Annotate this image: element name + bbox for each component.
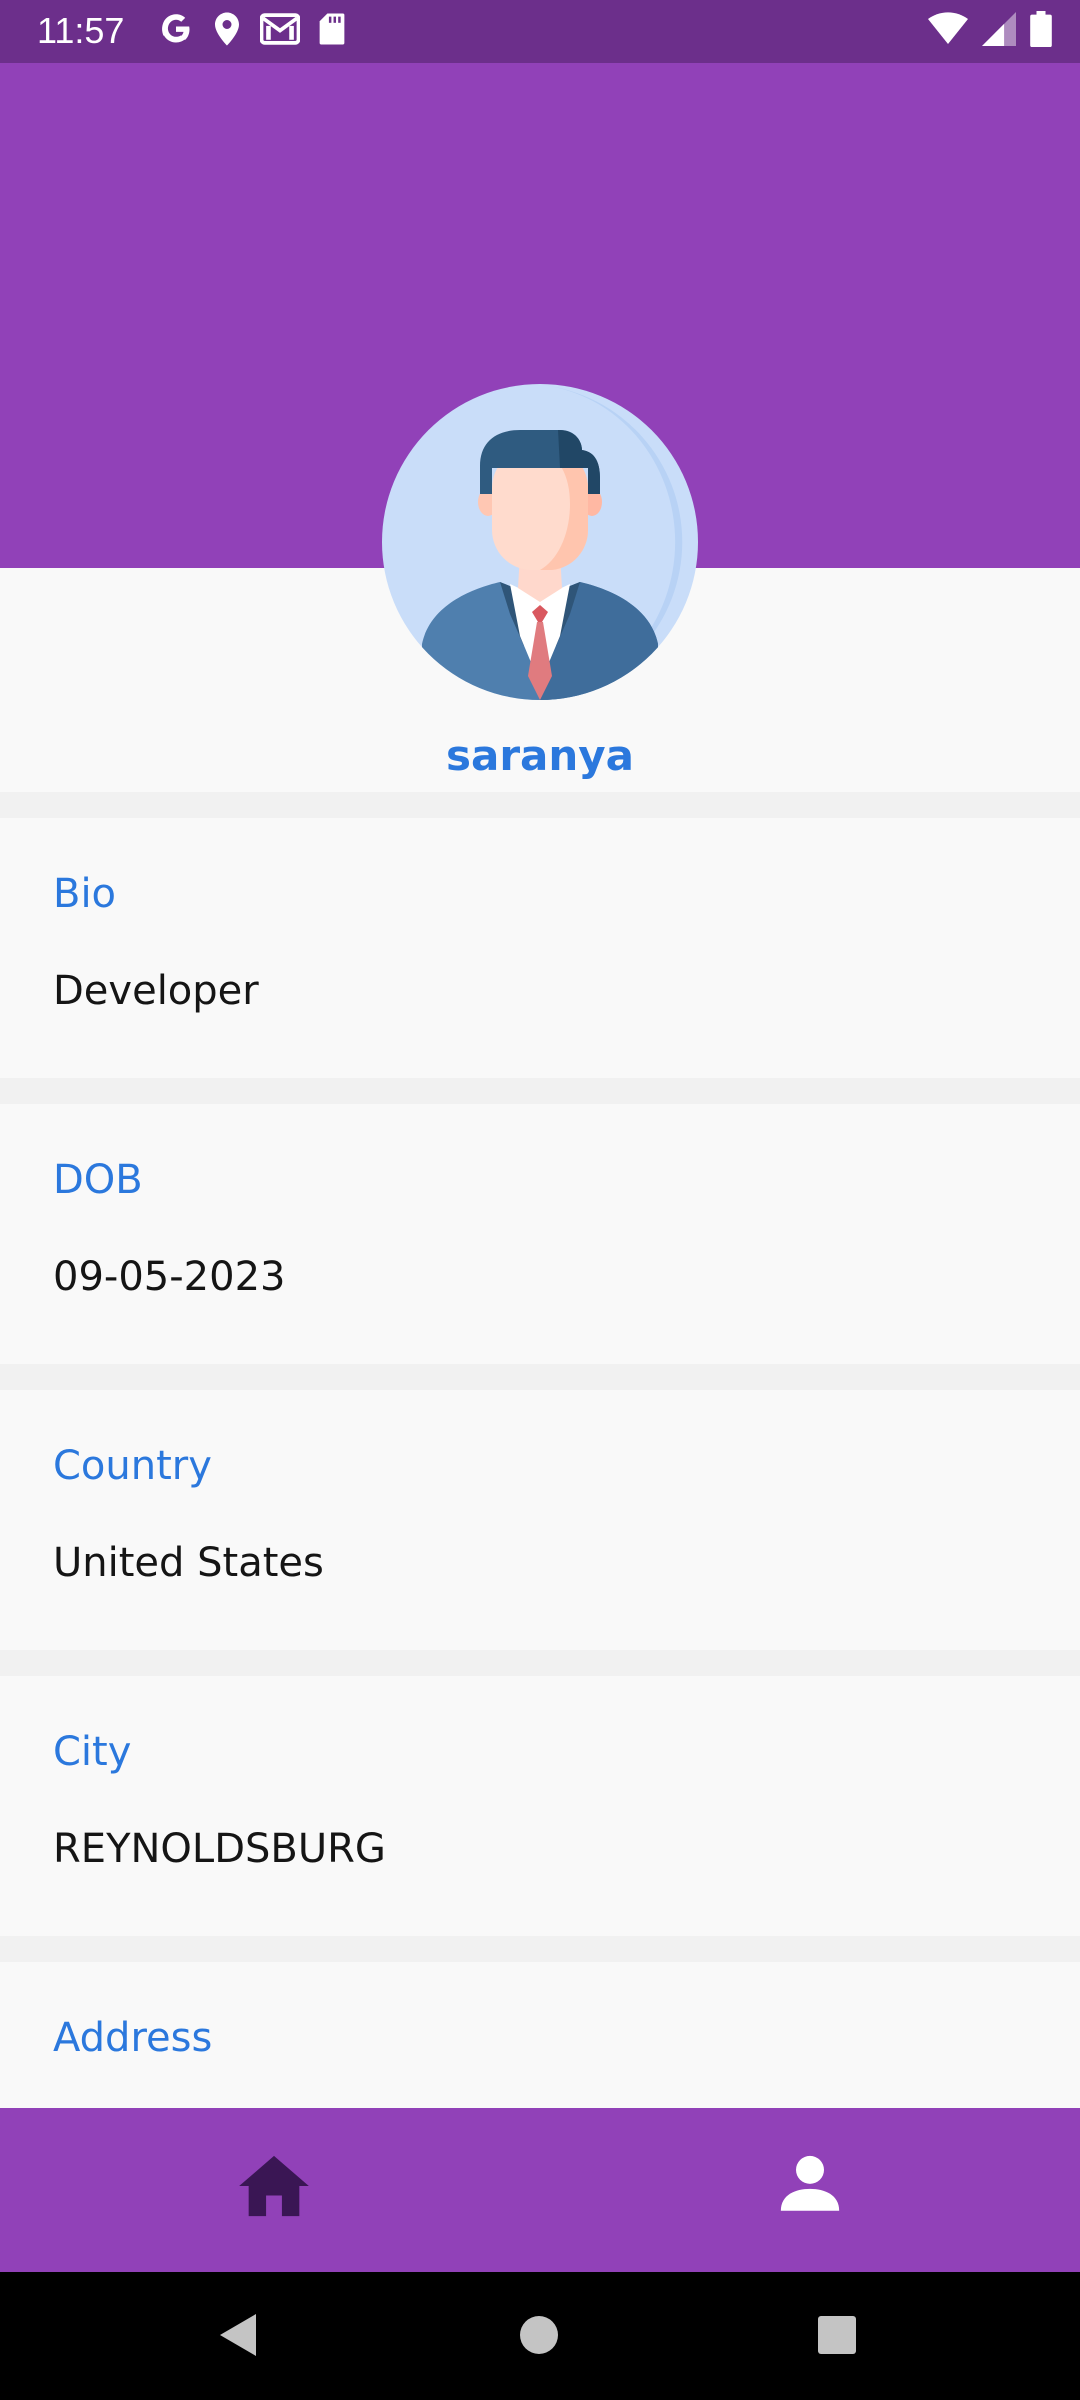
businessman-avatar-icon bbox=[382, 384, 698, 700]
system-navigation-bar bbox=[0, 2272, 1080, 2400]
sd-card-icon bbox=[319, 13, 345, 45]
address-label: Address bbox=[53, 2015, 213, 2061]
nav-profile-button[interactable] bbox=[775, 2148, 845, 2218]
country-label: Country bbox=[53, 1443, 212, 1489]
bio-value: Developer bbox=[53, 968, 259, 1014]
wifi-icon bbox=[928, 12, 968, 45]
city-card: City REYNOLDSBURG bbox=[0, 1676, 1080, 1936]
address-card: Address bbox=[0, 1962, 1080, 2108]
status-icons-left bbox=[158, 11, 346, 47]
nav-home-button[interactable] bbox=[236, 2148, 312, 2224]
status-time: 11:57 bbox=[37, 10, 125, 51]
profile-avatar[interactable] bbox=[382, 384, 698, 700]
bio-card: Bio Developer bbox=[0, 818, 1080, 1078]
bottom-navigation bbox=[0, 2108, 1080, 2272]
country-value: United States bbox=[53, 1540, 324, 1586]
person-icon bbox=[780, 2155, 840, 2211]
city-value: REYNOLDSBURG bbox=[53, 1826, 386, 1872]
status-icons-right bbox=[928, 11, 1052, 47]
country-card: Country United States bbox=[0, 1390, 1080, 1650]
home-icon bbox=[239, 2155, 309, 2217]
profile-username: saranya bbox=[445, 731, 634, 780]
recents-icon[interactable] bbox=[818, 2316, 856, 2354]
location-icon bbox=[215, 12, 239, 46]
status-bar: 11:57 bbox=[0, 0, 1080, 63]
signal-icon bbox=[982, 12, 1016, 46]
city-label: City bbox=[53, 1729, 132, 1775]
back-icon[interactable] bbox=[216, 2310, 260, 2360]
gmail-icon bbox=[260, 13, 300, 45]
dob-value: 09-05-2023 bbox=[53, 1254, 286, 1300]
battery-icon bbox=[1030, 11, 1052, 47]
dob-card: DOB 09-05-2023 bbox=[0, 1104, 1080, 1364]
bio-label: Bio bbox=[53, 871, 117, 917]
google-icon bbox=[162, 14, 190, 43]
home-circle-icon[interactable] bbox=[520, 2316, 558, 2354]
dob-label: DOB bbox=[53, 1157, 143, 1203]
